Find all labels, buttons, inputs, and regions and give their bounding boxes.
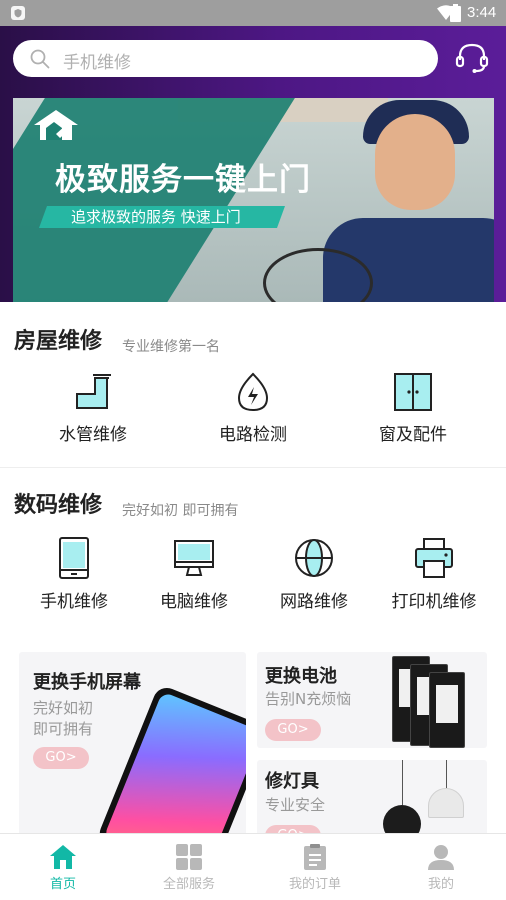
card-title: 更换手机屏幕 [33,672,141,693]
service-window[interactable]: 窗及配件 [353,372,473,445]
battery-product-image [429,672,465,748]
grid-icon [176,844,202,870]
search-icon [30,49,50,69]
user-icon [428,845,454,870]
window-icon [394,373,432,411]
banner-technician-face [375,114,455,210]
search-placeholder[interactable]: 手机维修 [63,48,131,73]
service-label: 水管维修 [59,425,127,445]
banner-subline: 追求极致的服务 快速上门 [71,208,241,226]
electric-circuit-icon [237,372,269,412]
go-button[interactable]: GO> [33,747,89,769]
clipboard-icon [304,844,326,870]
card-replace-battery[interactable]: 更换电池 告别N充烦恼 GO> [257,652,487,748]
digital-section-subtitle: 完好如初 即可拥有 [122,503,239,519]
home-icon [50,845,76,869]
tab-label: 全部服务 [162,877,215,892]
service-label: 网路维修 [280,592,348,612]
card-title: 修灯具 [265,771,319,792]
lamp-wire [402,760,403,805]
card-desc-line2: 即可拥有 [33,720,94,738]
service-computer-repair[interactable]: 电脑维修 [134,537,254,612]
house-logo-icon [34,110,78,140]
computer-icon [174,540,214,576]
service-phone-repair[interactable]: 手机维修 [14,537,134,612]
card-replace-screen[interactable]: 更换手机屏幕 完好如初 即可拥有 GO> [19,652,246,842]
service-label: 打印机维修 [391,592,477,612]
card-desc-line1: 完好如初 [33,699,94,717]
tab-me[interactable]: 我的 [378,834,504,900]
tab-label: 我的订单 [288,877,341,892]
printer-icon [415,538,453,578]
shield-icon [11,6,25,20]
globe-icon [295,539,333,577]
card-title: 更换电池 [265,666,337,687]
card-desc: 专业安全 [265,796,326,814]
service-printer-repair[interactable]: 打印机维修 [374,537,494,612]
tab-my-orders[interactable]: 我的订单 [252,834,378,900]
lamp-wire [446,760,447,788]
customer-service-headset-icon[interactable] [455,42,489,74]
status-time: 3:44 [467,4,497,21]
bottom-tab-bar: 首页 全部服务 我的订单 我的 [0,833,506,900]
status-bar: 3:44 [0,0,506,26]
battery-icon [450,4,461,22]
service-circuit-check[interactable]: 电路检测 [193,372,313,445]
banner-headline: 极致服务一键上门 [55,162,311,198]
house-section-subtitle: 专业维修第一名 [122,339,220,355]
digital-section-title: 数码维修 [14,493,103,518]
card-desc: 告别N充烦恼 [265,690,352,708]
search-bar[interactable]: 手机维修 [13,40,438,77]
service-network-repair[interactable]: 网路维修 [254,537,374,612]
tab-all-services[interactable]: 全部服务 [126,834,252,900]
phone-icon [59,537,89,579]
tab-label: 我的 [427,877,454,892]
service-label: 手机维修 [40,592,108,612]
service-water-pipe[interactable]: 水管维修 [33,372,153,445]
white-pendant-lamp-image [428,788,464,818]
promo-banner[interactable]: 极致服务一键上门 追求极致的服务 快速上门 [13,98,494,302]
house-section-title: 房屋维修 [14,329,103,354]
card-repair-lamp[interactable]: 修灯具 专业安全 GO> [257,760,487,842]
service-label: 电脑维修 [160,592,228,612]
tab-home[interactable]: 首页 [0,834,126,900]
service-label: 电路检测 [219,425,287,445]
service-label: 窗及配件 [379,425,447,445]
smartphone-image [95,683,246,842]
water-pipe-icon [76,374,111,409]
section-divider [0,467,506,468]
tab-label: 首页 [49,877,76,892]
go-button[interactable]: GO> [265,719,321,741]
